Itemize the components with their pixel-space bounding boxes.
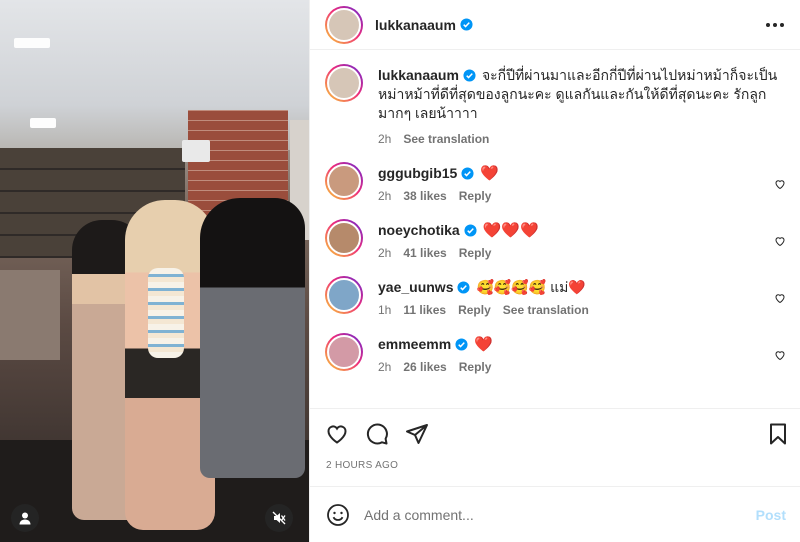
reply-button[interactable]: Reply	[458, 303, 491, 317]
more-horizontal-icon	[780, 22, 784, 27]
commenter-username[interactable]: gggubgib15	[378, 165, 457, 181]
commenter-username[interactable]: noeychotika	[378, 222, 460, 238]
more-horizontal-icon	[766, 22, 770, 27]
reply-button[interactable]: Reply	[459, 246, 492, 260]
share-icon[interactable]	[405, 422, 429, 446]
verified-badge-icon	[463, 69, 476, 82]
comments-list[interactable]: lukkanaaum จะกี่ปีที่ผ่านมาและอีกกี่ปีที่…	[310, 50, 800, 408]
commenter-username[interactable]: emmeemm	[378, 336, 451, 352]
more-options-button[interactable]	[762, 13, 788, 37]
audio-toggle-button[interactable]	[265, 504, 293, 532]
comment-time[interactable]: 2h	[378, 189, 391, 203]
comment-time[interactable]: 2h	[378, 360, 391, 374]
commenter-avatar[interactable]	[325, 333, 363, 371]
comment-text: ❤️	[480, 165, 500, 182]
add-comment-bar: Post	[310, 486, 800, 542]
commenter-avatar[interactable]	[325, 219, 363, 257]
user-tag-icon	[19, 512, 31, 525]
photo-garland	[148, 268, 184, 358]
post-header: lukkanaaum	[310, 0, 800, 50]
post-side-panel: lukkanaaum lukkanaaum จะกี่ปีที่ผ่านมาและ…	[309, 0, 800, 542]
comment-item: noeychotika ❤️❤️❤️ 2h 41 likes Reply	[325, 219, 786, 260]
post-actions-bar	[310, 408, 800, 458]
comment-time[interactable]: 1h	[378, 303, 391, 317]
photo-teen-figure	[200, 198, 305, 478]
verified-badge-icon	[457, 281, 471, 294]
caption-time[interactable]: 2h	[378, 132, 391, 146]
comment-text: ❤️❤️❤️	[482, 222, 539, 239]
comment-time[interactable]: 2h	[378, 246, 391, 260]
reply-button[interactable]: Reply	[459, 360, 492, 374]
commenter-avatar[interactable]	[325, 276, 363, 314]
comment-like-heart-icon[interactable]	[774, 178, 786, 190]
author-avatar[interactable]	[325, 5, 363, 44]
comment-item: emmeemm ❤️ 2h 26 likes Reply	[325, 333, 786, 374]
comment-item: yae_uunws 🥰🥰🥰🥰 แม่❤️ 1h 11 likes Reply Se…	[325, 276, 786, 317]
post-timestamp[interactable]: 2 HOURS AGO	[310, 458, 800, 486]
comment-text: 🥰🥰🥰🥰 แม่❤️	[476, 279, 586, 295]
post-dialog: lukkanaaum lukkanaaum จะกี่ปีที่ผ่านมาและ…	[0, 0, 800, 542]
comment-text: ❤️	[474, 336, 493, 353]
post-caption: lukkanaaum จะกี่ปีที่ผ่านมาและอีกกี่ปีที่…	[325, 64, 786, 146]
post-comment-button[interactable]: Post	[756, 507, 786, 523]
comment-likes[interactable]: 41 likes	[403, 246, 446, 260]
see-translation-link[interactable]: See translation	[503, 303, 589, 317]
comment-like-heart-icon[interactable]	[774, 292, 786, 304]
emoji-icon[interactable]	[326, 503, 350, 527]
comment-like-heart-icon[interactable]	[774, 349, 786, 361]
comment-likes[interactable]: 26 likes	[403, 360, 446, 374]
photo-light	[30, 118, 56, 128]
author-avatar[interactable]	[325, 64, 363, 102]
reply-button[interactable]: Reply	[459, 189, 492, 203]
comment-icon[interactable]	[365, 422, 389, 446]
comment-likes[interactable]: 38 likes	[403, 189, 446, 203]
verified-badge-icon	[464, 224, 477, 237]
bookmark-icon[interactable]	[766, 422, 790, 446]
verified-badge-icon	[461, 167, 474, 180]
more-horizontal-icon	[773, 22, 777, 27]
see-translation-link[interactable]: See translation	[403, 132, 489, 146]
caption-username[interactable]: lukkanaaum	[378, 67, 459, 83]
comment-input[interactable]	[364, 506, 756, 523]
commenter-avatar[interactable]	[325, 162, 363, 200]
commenter-username[interactable]: yae_uunws	[378, 279, 453, 295]
post-photo[interactable]	[0, 0, 309, 542]
user-tag-button[interactable]	[11, 504, 39, 532]
verified-badge-icon	[455, 338, 468, 351]
comment-item: gggubgib15 ❤️ 2h 38 likes Reply	[325, 162, 786, 203]
comment-like-heart-icon[interactable]	[774, 235, 786, 247]
audio-muted-icon	[272, 511, 286, 525]
comment-likes[interactable]: 11 likes	[403, 303, 446, 317]
photo-light	[14, 38, 50, 48]
photo-table	[0, 270, 60, 360]
photo-air-conditioner	[182, 140, 210, 162]
heart-icon[interactable]	[325, 422, 349, 446]
author-username[interactable]: lukkanaaum	[375, 17, 456, 33]
verified-badge-icon	[460, 18, 473, 31]
